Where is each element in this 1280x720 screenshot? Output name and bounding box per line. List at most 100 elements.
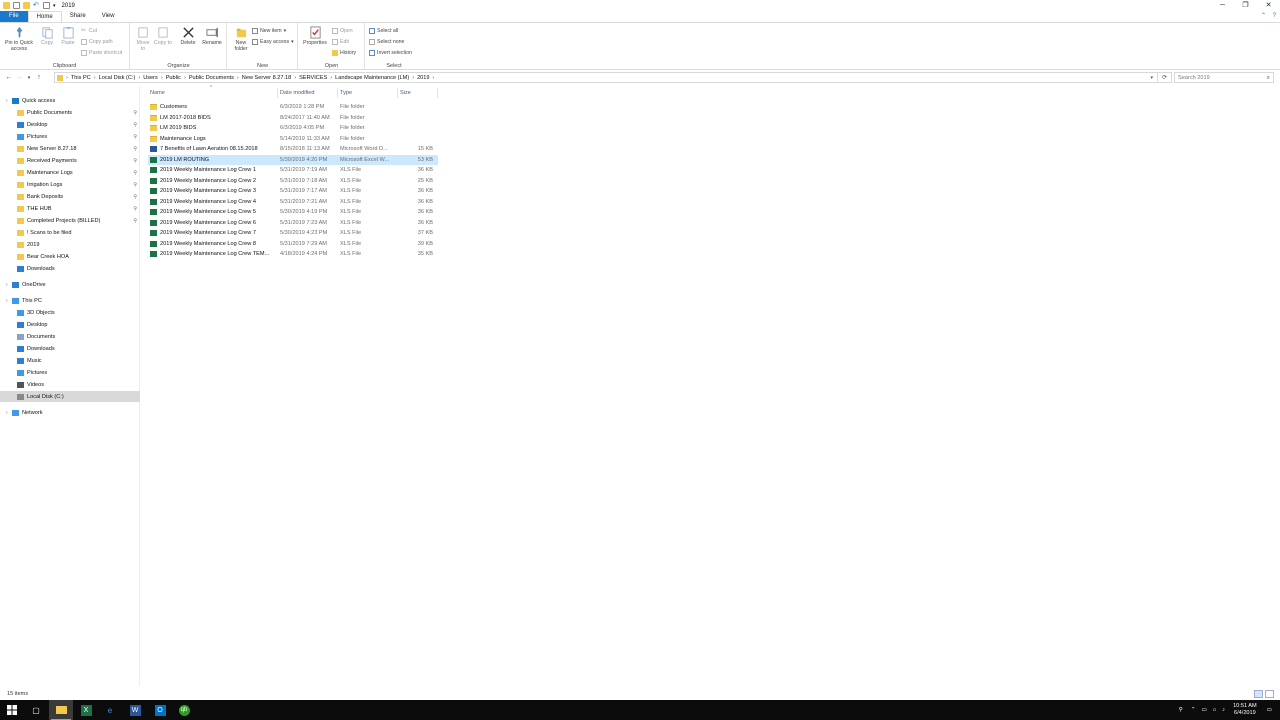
nav-network[interactable]: › Network <box>0 407 140 418</box>
file-row[interactable]: LM 2019 BIDS 6/3/2019 4:05 PM File folder <box>148 123 438 133</box>
people-icon[interactable]: ⚲ <box>1179 707 1183 713</box>
chevron-right-icon[interactable]: › <box>294 75 296 81</box>
select-all-button[interactable]: Select all <box>369 27 398 35</box>
file-row[interactable]: LM 2017-2018 BIDS 8/24/2017 11:40 AM File … <box>148 113 438 123</box>
network-status-icon[interactable]: ⌂ <box>1213 707 1216 713</box>
nav-item-new-server-8-27-18[interactable]: New Server 8.27.18 ⚲ <box>0 143 140 154</box>
open-button[interactable]: Open <box>332 27 353 35</box>
nav-item-received-payments[interactable]: Received Payments ⚲ <box>0 155 140 166</box>
show-hidden-icons-icon[interactable]: ⌃ <box>1191 707 1196 713</box>
file-row[interactable]: 2019 Weekly Maintenance Log Crew 4 5/31/2… <box>148 197 438 207</box>
up-arrow-icon[interactable]: ↑ <box>34 74 44 81</box>
copy-path-button[interactable]: Copy path <box>81 38 113 46</box>
file-row[interactable]: 2019 Weekly Maintenance Log Crew 1 5/31/2… <box>148 165 438 175</box>
nav-pc-3d-objects[interactable]: 3D Objects <box>0 307 140 318</box>
column-type[interactable]: Type <box>338 88 398 98</box>
nav-item-irrigation-logs[interactable]: Irrigation Logs ⚲ <box>0 179 140 190</box>
chevron-right-icon[interactable]: › <box>161 75 163 81</box>
collapse-ribbon-icon[interactable]: ⌃ <box>1261 13 1266 19</box>
nav-this-pc[interactable]: › This PC <box>0 295 140 306</box>
search-box[interactable]: Search 2019 ⌕ <box>1174 72 1274 83</box>
breadcrumb-public-documents[interactable]: Public Documents <box>189 75 234 81</box>
nav-item-bear-creek-hoa[interactable]: Bear Creek HOA <box>0 251 140 262</box>
address-dropdown-icon[interactable]: ▾ <box>1150 75 1153 81</box>
action-center-icon[interactable]: ▭ <box>1267 707 1272 713</box>
delete-button[interactable]: Delete <box>178 26 198 46</box>
chevron-right-icon[interactable]: › <box>138 75 140 81</box>
breadcrumb-2019[interactable]: 2019 <box>417 75 429 81</box>
new-folder-icon[interactable] <box>23 2 30 9</box>
large-icons-view-button[interactable] <box>1265 690 1274 698</box>
recent-locations-icon[interactable]: ▾ <box>24 75 34 81</box>
file-row[interactable]: 2019 Weekly Maintenance Log Crew 3 5/31/2… <box>148 186 438 196</box>
edge-taskbar-icon[interactable]: e <box>103 703 117 717</box>
properties-icon[interactable] <box>13 2 20 9</box>
breadcrumb-this-pc[interactable]: This PC <box>71 75 91 81</box>
copy-to-button[interactable]: Copy to <box>154 26 172 46</box>
chevron-right-icon[interactable]: › <box>94 75 96 81</box>
copy-button[interactable]: Copy <box>38 26 56 46</box>
nav-pc-local-disk-c[interactable]: Local Disk (C:) <box>0 391 140 402</box>
tab-share[interactable]: Share <box>62 11 94 22</box>
nav-pc-desktop[interactable]: Desktop <box>0 319 140 330</box>
tab-file[interactable]: File <box>0 11 28 22</box>
file-row[interactable]: 2019 LM ROUTING 5/30/2019 4:20 PM Microsof… <box>148 154 438 165</box>
column-size[interactable]: Size <box>398 88 438 98</box>
move-to-button[interactable]: Move to <box>134 26 152 52</box>
file-row[interactable]: 2019 Weekly Maintenance Log Crew TEM... 4… <box>148 249 438 259</box>
chevron-right-icon[interactable]: › <box>184 75 186 81</box>
new-folder-button[interactable]: New folder <box>231 26 251 52</box>
invert-selection-button[interactable]: Invert selection <box>369 49 412 57</box>
file-row[interactable]: 2019 Weekly Maintenance Log Crew 2 5/31/2… <box>148 176 438 186</box>
nav-pc-pictures[interactable]: Pictures <box>0 367 140 378</box>
chevron-right-icon[interactable]: › <box>433 75 435 81</box>
paste-button[interactable]: Paste <box>58 26 78 46</box>
details-view-button[interactable] <box>1254 690 1263 698</box>
search-input[interactable]: Search 2019 <box>1178 75 1210 81</box>
nav-item-bank-deposits[interactable]: Bank Deposits ⚲ <box>0 191 140 202</box>
nav-onedrive[interactable]: › OneDrive <box>0 279 140 290</box>
windows-start-icon[interactable] <box>5 703 19 717</box>
forward-arrow-icon[interactable]: → <box>14 74 24 81</box>
nav-item-pictures[interactable]: Pictures ⚲ <box>0 131 140 142</box>
excel-taskbar-icon[interactable]: X <box>79 703 93 717</box>
file-row[interactable]: Maintenance Logs 5/14/2019 11:33 AM File f… <box>148 134 438 144</box>
nav-item-maintenance-logs[interactable]: Maintenance Logs ⚲ <box>0 167 140 178</box>
file-row[interactable]: Customers 6/3/2019 1:28 PM File folder <box>148 102 438 112</box>
tab-view[interactable]: View <box>94 11 123 22</box>
history-button[interactable]: History <box>332 49 356 57</box>
chevron-right-icon[interactable]: › <box>237 75 239 81</box>
back-arrow-icon[interactable]: ← <box>4 74 14 81</box>
customize-icon[interactable] <box>43 2 50 9</box>
edit-button[interactable]: Edit <box>332 38 349 46</box>
new-item-button[interactable]: New item ▾ <box>252 27 286 35</box>
file-row[interactable]: 2019 Weekly Maintenance Log Crew 7 5/30/2… <box>148 228 438 238</box>
outlook-taskbar-icon[interactable]: O <box>153 703 167 717</box>
close-button[interactable]: ✕ <box>1257 0 1280 11</box>
breadcrumb-public[interactable]: Public <box>166 75 181 81</box>
rename-button[interactable]: Rename <box>201 26 223 46</box>
nav-quick-access[interactable]: › Quick access <box>0 95 140 106</box>
nav-pc-videos[interactable]: Videos <box>0 379 140 390</box>
paste-shortcut-button[interactable]: Paste shortcut <box>81 49 122 57</box>
nav-item-the-hub[interactable]: THE HUB ⚲ <box>0 203 140 214</box>
maximize-button[interactable]: ❐ <box>1234 0 1257 11</box>
task-view-icon[interactable]: ▢ <box>29 703 43 717</box>
nav-pc-documents[interactable]: Documents <box>0 331 140 342</box>
network-icon[interactable]: ▭ <box>1202 707 1207 713</box>
select-none-button[interactable]: Select none <box>369 38 404 46</box>
nav-pc-music[interactable]: Music <box>0 355 140 366</box>
nav-item-downloads[interactable]: Downloads <box>0 263 140 274</box>
file-row[interactable]: 7 Benefits of Lawn Aeration 08.15.2018 8/… <box>148 144 438 154</box>
nav-item-2019[interactable]: 2019 <box>0 239 140 250</box>
quickbooks-taskbar-icon[interactable]: qb <box>177 703 191 717</box>
word-taskbar-icon[interactable]: W <box>128 703 142 717</box>
undo-icon[interactable]: ↶ <box>33 2 40 9</box>
column-date-modified[interactable]: Date modified <box>278 88 338 98</box>
chevron-right-icon[interactable]: › <box>330 75 332 81</box>
chevron-right-icon[interactable]: › <box>412 75 414 81</box>
breadcrumb-local-disk-c[interactable]: Local Disk (C:) <box>99 75 136 81</box>
help-icon[interactable]: ? <box>1273 13 1276 19</box>
nav-pc-downloads[interactable]: Downloads <box>0 343 140 354</box>
clock[interactable]: 10:51 AM 6/4/2019 <box>1233 703 1257 717</box>
